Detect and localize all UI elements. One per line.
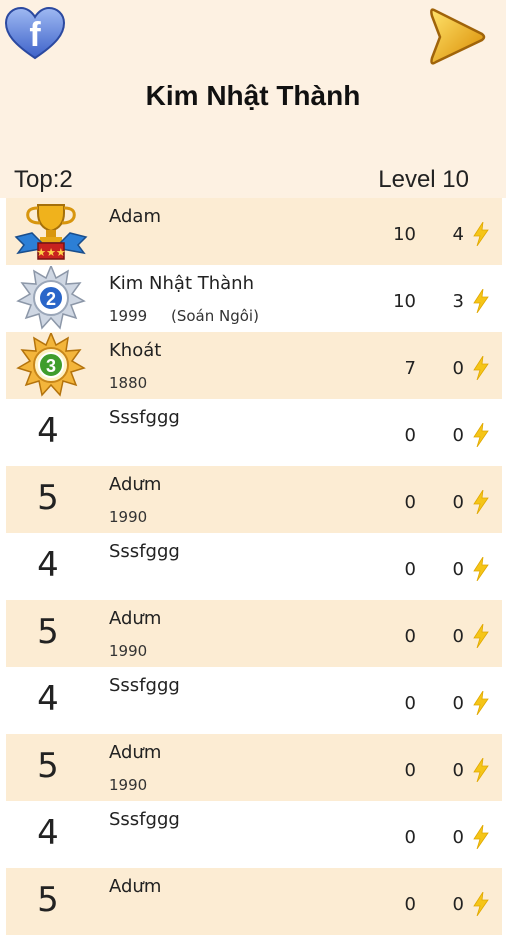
svg-text:★★★: ★★★ (36, 247, 66, 259)
player-score: 0 (404, 827, 416, 848)
leaderboard-row[interactable]: 4 Sssfggg 0 0 (6, 399, 502, 466)
bronze-medal-icon: 3 (12, 331, 90, 397)
leaderboard-row[interactable]: 4 Sssfggg 0 0 (6, 667, 502, 734)
player-name: Adưm (109, 608, 162, 629)
player-year: 1990 (109, 642, 148, 660)
top-rank-label: Top:2 (14, 166, 73, 193)
svg-text:3: 3 (46, 356, 56, 376)
player-bolts: 0 (452, 559, 464, 580)
lightning-bolt-icon (472, 288, 490, 314)
player-name: Sssfggg (109, 541, 180, 562)
player-bolts: 0 (452, 827, 464, 848)
rank-number: 5 (37, 612, 59, 652)
player-name: Sssfggg (109, 407, 180, 428)
player-score: 10 (393, 224, 416, 245)
player-bolts: 0 (452, 626, 464, 647)
lightning-bolt-icon (472, 690, 490, 716)
lightning-bolt-icon (472, 824, 490, 850)
svg-text:2: 2 (46, 289, 56, 309)
player-bolts: 0 (452, 358, 464, 379)
player-bolts: 0 (452, 492, 464, 513)
leaderboard-row[interactable]: 5 Adưm 1990 0 0 (6, 466, 502, 533)
leaderboard-row[interactable]: 2 Kim Nhật Thành 1999 (Soán Ngôi) 10 3 (6, 264, 502, 332)
leaderboard-row[interactable]: 4 Sssfggg 0 0 (6, 533, 502, 600)
play-arrow-icon[interactable] (426, 4, 488, 70)
leaderboard-row[interactable]: 3 Khoát 1880 7 0 (6, 331, 502, 399)
lightning-bolt-icon (472, 891, 490, 917)
lightning-bolt-icon (472, 422, 490, 448)
player-score: 0 (404, 559, 416, 580)
player-bolts: 3 (452, 291, 464, 312)
leaderboard-row[interactable]: ★★★ Adam 10 4 (6, 198, 502, 265)
player-score: 0 (404, 693, 416, 714)
page-title: Kim Nhật Thành (145, 80, 361, 111)
player-score: 7 (404, 358, 416, 379)
player-bolts: 0 (452, 425, 464, 446)
player-score: 0 (404, 760, 416, 781)
leaderboard-row[interactable]: 5 Adưm 0 0 (6, 868, 502, 935)
player-score: 0 (404, 425, 416, 446)
player-score: 0 (404, 492, 416, 513)
level-label: Level 10 (378, 166, 469, 193)
gold-medal-icon: ★★★ (12, 199, 90, 263)
rank-number: 4 (37, 545, 59, 585)
player-score: 0 (404, 626, 416, 647)
player-name: Sssfggg (109, 809, 180, 830)
player-bolts: 4 (452, 224, 464, 245)
player-name: Khoát (109, 340, 162, 361)
player-name: Kim Nhật Thành (109, 273, 254, 294)
rank-number: 4 (37, 813, 59, 853)
facebook-heart-icon[interactable]: f (4, 6, 66, 62)
lightning-bolt-icon (472, 489, 490, 515)
lightning-bolt-icon (472, 623, 490, 649)
leaderboard-row[interactable]: 5 Adưm 1990 0 0 (6, 734, 502, 801)
lightning-bolt-icon (472, 556, 490, 582)
player-bolts: 0 (452, 894, 464, 915)
leaderboard-row[interactable]: 5 Adưm 1990 0 0 (6, 600, 502, 667)
player-note: (Soán Ngôi) (171, 307, 259, 325)
rank-number: 5 (37, 478, 59, 518)
rank-number: 5 (37, 746, 59, 786)
player-year: 1999 (109, 307, 148, 325)
rank-number: 4 (37, 411, 59, 451)
player-bolts: 0 (452, 760, 464, 781)
player-year: 1990 (109, 776, 148, 794)
header: f Kim Nhật Thành Top:2 Level 10 (0, 0, 506, 198)
lightning-bolt-icon (472, 355, 490, 381)
player-year: 1880 (109, 374, 148, 392)
player-name: Adưm (109, 876, 162, 897)
player-name: Adưm (109, 742, 162, 763)
player-score: 0 (404, 894, 416, 915)
player-year: 1990 (109, 508, 148, 526)
svg-text:f: f (29, 16, 41, 54)
player-bolts: 0 (452, 693, 464, 714)
lightning-bolt-icon (472, 757, 490, 783)
lightning-bolt-icon (472, 221, 490, 247)
player-name: Sssfggg (109, 675, 180, 696)
player-name: Adưm (109, 474, 162, 495)
rank-number: 5 (37, 880, 59, 920)
rank-number: 4 (37, 679, 59, 719)
silver-medal-icon: 2 (12, 264, 90, 330)
player-score: 10 (393, 291, 416, 312)
player-name: Adam (109, 206, 161, 227)
leaderboard-list: ★★★ Adam 10 4 2 Kim Nhật Thành 1999 (Soán Ngôi)… (6, 198, 502, 935)
leaderboard-row[interactable]: 4 Sssfggg 0 0 (6, 801, 502, 868)
